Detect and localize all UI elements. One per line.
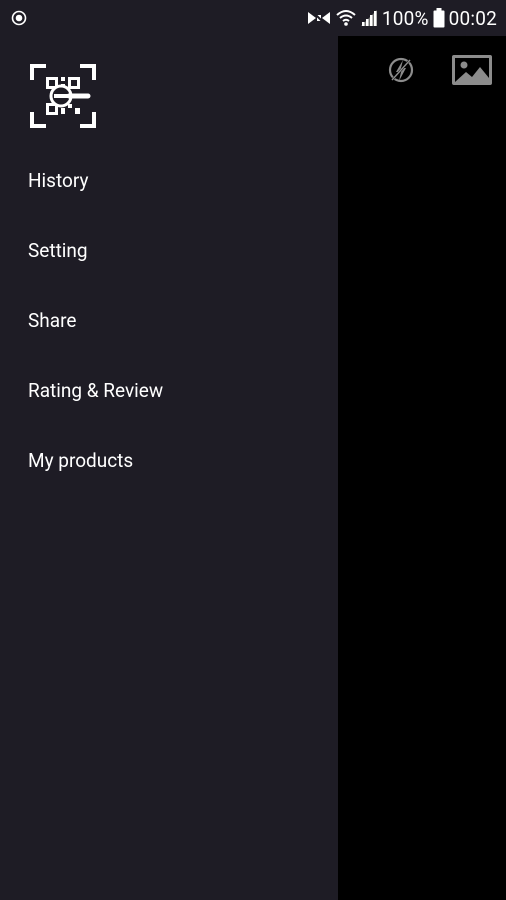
mute-icon: [307, 9, 330, 27]
menu-item-my-products[interactable]: My products: [0, 425, 338, 495]
record-icon: [11, 10, 27, 26]
status-bar: 100% 00:02: [0, 0, 506, 36]
flash-off-icon[interactable]: [386, 54, 416, 86]
menu-item-label: History: [28, 168, 89, 192]
menu-item-label: Rating & Review: [28, 378, 164, 402]
menu-item-share[interactable]: Share: [0, 285, 338, 355]
navigation-drawer: History Setting Share Rating & Review My…: [0, 36, 338, 900]
menu-item-rating-review[interactable]: Rating & Review: [0, 355, 338, 425]
battery-percent: 100%: [381, 6, 429, 30]
battery-icon: [433, 8, 445, 28]
gallery-icon[interactable]: [452, 54, 492, 86]
drawer-menu: History Setting Share Rating & Review My…: [0, 145, 338, 495]
menu-item-history[interactable]: History: [0, 145, 338, 215]
signal-icon: [360, 10, 377, 26]
clock-time: 00:02: [448, 6, 497, 30]
qr-scanner-logo: [30, 64, 96, 128]
menu-item-label: My products: [28, 448, 134, 472]
camera-preview[interactable]: [338, 36, 506, 900]
menu-item-setting[interactable]: Setting: [0, 215, 338, 285]
wifi-icon: [336, 10, 356, 26]
app-screen: 100% 00:02 History Setting Share Rating …: [0, 0, 506, 900]
menu-item-label: Share: [28, 308, 77, 332]
status-right-group: 100% 00:02: [306, 0, 497, 36]
menu-item-label: Setting: [28, 238, 88, 262]
